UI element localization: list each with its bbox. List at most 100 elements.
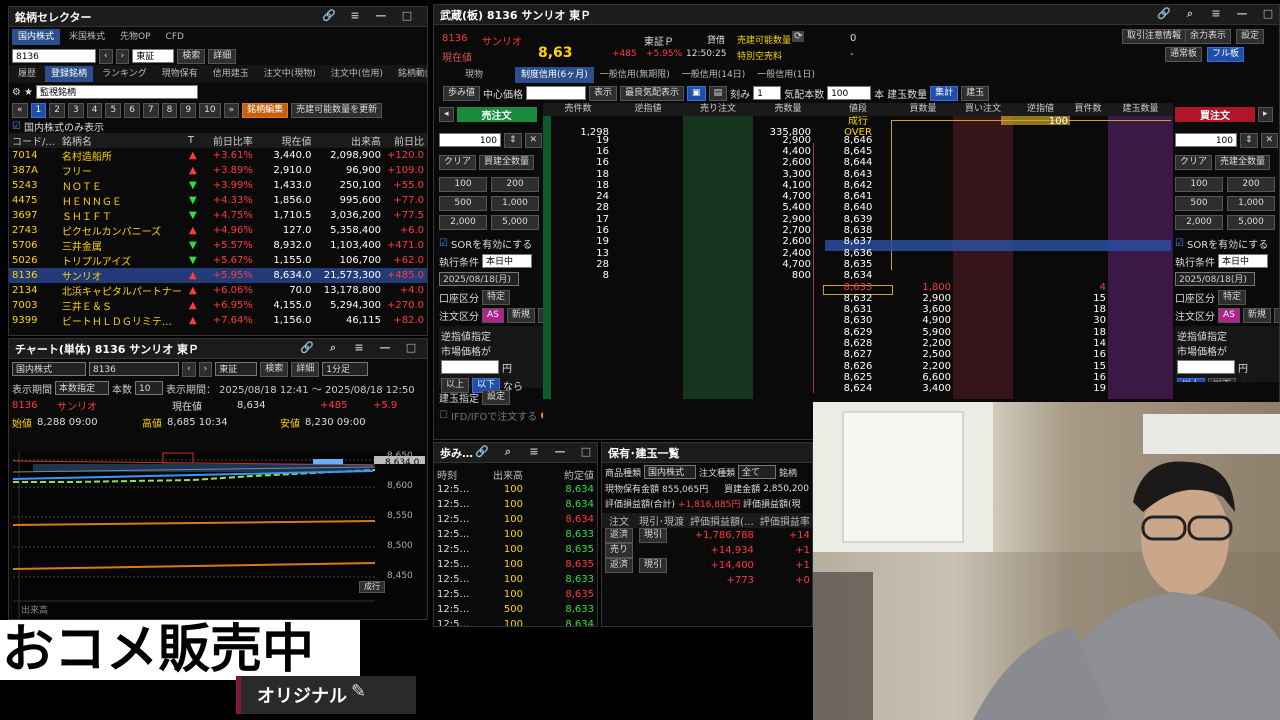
ask-row[interactable]: 18 4,100 8,642 — [543, 180, 1173, 191]
tab-margin-6m[interactable]: 制度信用(6ヶ月) — [515, 67, 594, 83]
menu-icon[interactable]: ≡ — [351, 341, 367, 355]
sell-preset-1[interactable]: 200 — [491, 177, 539, 192]
show-button[interactable]: 表示 — [589, 85, 618, 101]
chart-prev-button[interactable]: ‹ — [182, 361, 196, 377]
buy-preset-5[interactable]: 5,000 — [1227, 215, 1275, 230]
zoom-button[interactable]: 成行 — [359, 581, 385, 593]
subtab-registered[interactable]: 登録銘柄 — [45, 66, 94, 82]
page-1[interactable]: 1 — [30, 102, 47, 118]
center-price-input[interactable] — [526, 86, 587, 100]
ask-row[interactable]: 19 2,900 8,646 — [543, 135, 1173, 146]
bid-row[interactable]: 8,627 2,500 16 — [543, 349, 1173, 360]
depth-input[interactable]: 100 — [827, 86, 872, 100]
position-button[interactable]: 建玉 — [961, 85, 990, 101]
search-icon[interactable]: ⌕ — [325, 341, 341, 355]
tab-general-unlimited[interactable]: 一般信用(無期限) — [594, 67, 676, 83]
position-row[interactable]: 売り +14,934 +1 — [602, 543, 812, 558]
watchlist-titlebar[interactable]: 銘柄セレクター 🔗 ≡ — □ ✕ — [9, 7, 427, 27]
type-select[interactable]: 国内株式 — [644, 465, 697, 479]
tab-us[interactable]: 米国株式 — [63, 29, 111, 45]
list-select[interactable]: 監視銘柄 — [35, 85, 198, 99]
chart-exchange-select[interactable]: 東証 — [215, 362, 258, 376]
ask-row[interactable]: 16 2,600 8,644 — [543, 157, 1173, 168]
refresh-short-button[interactable]: 売建可能数量を更新 — [291, 102, 383, 118]
buy-preset-3[interactable]: 1,000 — [1227, 196, 1275, 211]
sell-preset-5[interactable]: 5,000 — [491, 215, 539, 230]
table-row[interactable]: 4475 ＨＥＮＮＧＥ ▼ +4.33% 1,856.0 995,600 +77.0 — [9, 193, 427, 208]
page-4[interactable]: 4 — [86, 102, 103, 118]
maximize-icon[interactable]: □ — [578, 445, 594, 459]
detail-button[interactable]: 詳細 — [208, 48, 237, 64]
acct-select[interactable]: 特定 — [482, 289, 511, 305]
page-3[interactable]: 3 — [67, 102, 84, 118]
margin-button[interactable]: 余力表示 — [1185, 29, 1232, 44]
page-10[interactable]: 10 — [199, 102, 221, 118]
col-name[interactable]: 銘柄名 — [59, 133, 185, 148]
sell-date-select[interactable]: 2025/08/18(月) — [439, 272, 519, 286]
sell-preset-0[interactable]: 100 — [439, 177, 487, 192]
buy-new-button[interactable]: 新規 — [1242, 307, 1271, 323]
ask-row[interactable]: 19 2,600 8,637 — [543, 236, 1173, 247]
info-icon[interactable]: ● — [540, 410, 543, 421]
ask-row[interactable]: 17 2,900 8,639 — [543, 214, 1173, 225]
chart-plot[interactable]: 8,634.0 8,650 8,600 8,550 8,500 8,450 成行… — [13, 451, 425, 619]
page-next-button[interactable]: » — [223, 102, 240, 118]
position-action-button[interactable]: 返済 — [605, 558, 634, 573]
link-icon[interactable]: 🔗 — [1156, 7, 1172, 21]
full-board-button[interactable]: フル板 — [1207, 47, 1245, 62]
board-titlebar[interactable]: 武蔵(板) 8136 サンリオ 東Ｐ 🔗⌕≡—□✕ — [434, 5, 1279, 25]
best-quote-button[interactable]: 最良気配表示 — [620, 85, 685, 101]
bid-row[interactable]: 8,625 6,600 16 — [543, 372, 1173, 383]
col-pct[interactable]: 前日比率 — [201, 133, 256, 148]
table-row[interactable]: 387A フリー ▲ +3.89% 2,910.0 96,900 +109.0 — [9, 163, 427, 178]
delivery-button[interactable]: 現引 — [639, 558, 668, 573]
buy-above-button[interactable]: 以上 — [1177, 377, 1206, 382]
subtab-ranking[interactable]: ランキング — [96, 66, 153, 82]
bid-row[interactable]: 8,629 5,900 18 — [543, 327, 1173, 338]
maximize-icon[interactable]: □ — [399, 9, 415, 22]
link-icon[interactable]: 🔗 — [321, 9, 337, 22]
page-6[interactable]: 6 — [124, 102, 140, 118]
bid-row[interactable]: 8,630 4,900 30 — [543, 315, 1173, 326]
position-action-button[interactable]: 返済 — [605, 528, 634, 543]
tab-futures[interactable]: 先物OP — [114, 29, 157, 45]
buy-preset-0[interactable]: 100 — [1175, 177, 1223, 192]
buy-panel-arrow[interactable]: ▸ — [1258, 106, 1273, 122]
table-row[interactable]: 5026 トリプルアイズ ▼ +5.67% 1,155.0 106,700 +62.0 — [9, 253, 427, 268]
page-7[interactable]: 7 — [142, 102, 159, 118]
caution-button[interactable]: 取引注意情報 — [1122, 29, 1187, 44]
domestic-only-checkbox[interactable]: ☑ — [12, 121, 21, 132]
chart-search-button[interactable]: 検索 — [260, 361, 289, 377]
edit-list-button[interactable]: 銘柄編集 — [242, 102, 289, 118]
tick-input[interactable]: 1 — [753, 86, 782, 100]
order-book[interactable]: 売件数 逆指値 売り注文 売数量 値段 買数量 買い注文 逆指値 買件数 建玉数量 成行 100 1,… — [543, 103, 1173, 399]
col-code[interactable]: コード/... — [9, 133, 59, 148]
sell-qty-input[interactable]: 100 — [439, 133, 501, 147]
tab-domestic[interactable]: 国内株式 — [12, 29, 61, 45]
search-button[interactable]: 検索 — [177, 48, 206, 64]
subtab-alerts[interactable]: 銘柄動向通知 — [392, 66, 427, 82]
new-button[interactable]: 新規 — [506, 307, 535, 323]
exec-select[interactable]: 本日中 — [482, 254, 532, 268]
order-kind-select[interactable]: 全て — [738, 465, 777, 479]
layout-1-icon[interactable]: ▣ — [687, 85, 706, 101]
tab-general-1d[interactable]: 一般信用(1日) — [751, 67, 821, 83]
minimize-icon[interactable]: — — [373, 9, 389, 22]
chart-code-input[interactable]: 8136 — [89, 362, 179, 376]
buy-preset-4[interactable]: 2,000 — [1175, 215, 1223, 230]
buy-below-button[interactable]: 以下 — [1208, 377, 1237, 382]
col-price[interactable]: 現在値 — [256, 133, 315, 148]
maximize-icon[interactable]: □ — [1260, 7, 1276, 21]
buy-exec-select[interactable]: 本日中 — [1218, 254, 1268, 268]
star-icon[interactable]: ★ — [24, 87, 33, 98]
table-row[interactable]: 5243 ＮＯＴＥ ▼ +3.99% 1,433.0 250,100 +55.0 — [9, 178, 427, 193]
table-row[interactable]: 5706 三井金属 ▼ +5.57% 8,932.0 1,103,400 +471.0 — [9, 238, 427, 253]
buy-repay-button[interactable]: 返済 — [1273, 307, 1279, 323]
code-input[interactable]: 8136 — [12, 49, 96, 63]
sell-preset-3[interactable]: 1,000 — [491, 196, 539, 211]
table-row[interactable]: 3697 ＳＨＩＦＴ ▼ +4.75% 1,710.5 3,036,200 +77.5 — [9, 208, 427, 223]
subtab-cash[interactable]: 現物保有 — [156, 66, 204, 82]
buy-qty-input[interactable]: 100 — [1175, 133, 1237, 147]
buy-preset-1[interactable]: 200 — [1227, 177, 1275, 192]
close-icon[interactable]: ✕ — [425, 9, 427, 22]
